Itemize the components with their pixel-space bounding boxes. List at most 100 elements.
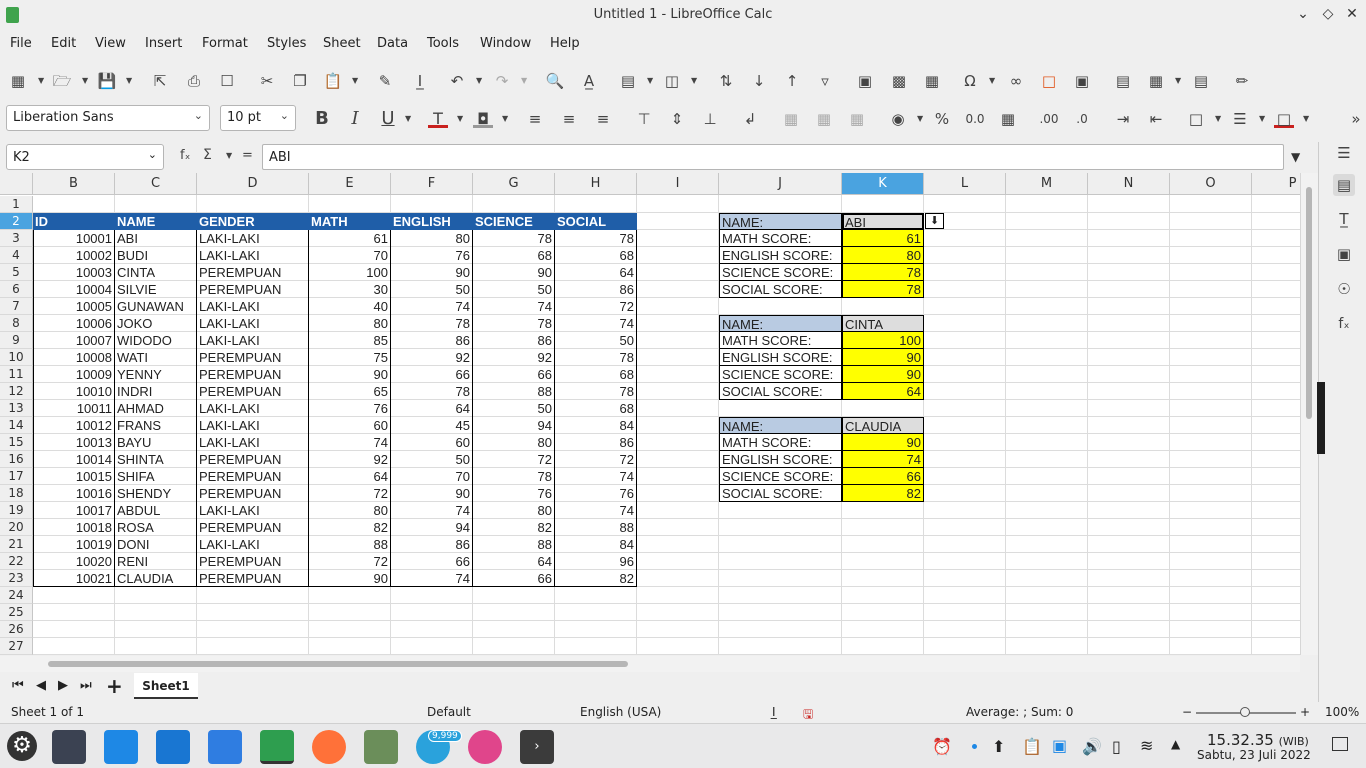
settings-app-icon[interactable] bbox=[52, 730, 86, 764]
lookup-name-value[interactable]: CLAUDIA bbox=[842, 417, 924, 434]
lookup-score-label[interactable]: MATH SCORE: bbox=[719, 230, 842, 247]
row-header[interactable]: 24 bbox=[0, 587, 33, 604]
row-header[interactable]: 9 bbox=[0, 332, 33, 349]
font-color-icon[interactable]: T bbox=[428, 110, 448, 128]
insert-chart-icon[interactable]: ▩ bbox=[889, 72, 909, 90]
row-header[interactable]: 17 bbox=[0, 468, 33, 485]
calc-app-taskbar-icon[interactable] bbox=[260, 730, 294, 764]
lookup-name-label[interactable]: NAME: bbox=[719, 315, 842, 332]
table-cell[interactable]: 75 bbox=[309, 349, 391, 366]
properties-icon[interactable]: ▤ bbox=[1333, 174, 1355, 196]
validation-dropdown-icon[interactable]: ⬇ bbox=[925, 213, 944, 229]
row-header[interactable]: 11 bbox=[0, 366, 33, 383]
table-cell[interactable]: LAKI-LAKI bbox=[197, 434, 309, 451]
column-header[interactable]: M bbox=[1006, 173, 1088, 195]
pivot-table-icon[interactable]: ▦ bbox=[922, 72, 942, 90]
minimize-icon[interactable]: ⌄ bbox=[1294, 6, 1312, 22]
lookup-score-label[interactable]: SOCIAL SCORE: bbox=[719, 281, 842, 298]
table-cell[interactable]: 84 bbox=[555, 417, 637, 434]
menu-styles[interactable]: Styles bbox=[267, 36, 306, 51]
special-character-icon[interactable]: Ω bbox=[960, 72, 980, 90]
spreadsheet-grid[interactable]: B C D E F G H I J K L M N O P 1 2 3 4 5 6 7 8 9 10 11 12 13 14 15 16 17… bbox=[0, 173, 1300, 655]
tray-expand-icon[interactable]: ▲ bbox=[1171, 737, 1180, 751]
table-cell[interactable]: 68 bbox=[555, 366, 637, 383]
table-cell[interactable]: 40 bbox=[309, 298, 391, 315]
table-cell[interactable]: 80 bbox=[309, 502, 391, 519]
vertical-scrollbar[interactable] bbox=[1300, 173, 1318, 655]
table-cell[interactable]: 82 bbox=[555, 570, 637, 587]
zoom-slider-handle[interactable] bbox=[1240, 707, 1250, 717]
zoom-in-icon[interactable]: + bbox=[1300, 705, 1310, 719]
column-header[interactable]: G bbox=[473, 173, 555, 195]
bold-icon[interactable]: B bbox=[312, 110, 332, 128]
table-cell[interactable]: 78 bbox=[473, 230, 555, 247]
table-cell[interactable]: 90 bbox=[473, 264, 555, 281]
table-cell[interactable]: ABI bbox=[115, 230, 197, 247]
table-cell[interactable]: 78 bbox=[473, 315, 555, 332]
menu-format[interactable]: Format bbox=[202, 36, 248, 51]
sort-icon[interactable]: ⇅ bbox=[716, 72, 736, 90]
show-draw-functions-icon[interactable]: ✏ bbox=[1232, 72, 1252, 90]
lookup-score-label[interactable]: SOCIAL SCORE: bbox=[719, 383, 842, 400]
table-header-cell[interactable]: ID bbox=[33, 213, 115, 230]
table-cell[interactable]: 90 bbox=[309, 366, 391, 383]
table-cell[interactable]: 10018 bbox=[33, 519, 115, 536]
menu-sheet[interactable]: Sheet bbox=[323, 36, 361, 51]
table-cell[interactable]: 10013 bbox=[33, 434, 115, 451]
freeze-dropdown-icon[interactable]: ▼ bbox=[1175, 76, 1181, 85]
table-cell[interactable]: LAKI-LAKI bbox=[197, 230, 309, 247]
borders-icon[interactable]: □ bbox=[1186, 110, 1206, 128]
lookup-score-label[interactable]: ENGLISH SCORE: bbox=[719, 451, 842, 468]
table-cell[interactable]: PEREMPUAN bbox=[197, 519, 309, 536]
menu-data[interactable]: Data bbox=[377, 36, 408, 51]
table-cell[interactable]: 45 bbox=[391, 417, 473, 434]
headers-footers-icon[interactable]: ▣ bbox=[1072, 72, 1092, 90]
table-cell[interactable]: PEREMPUAN bbox=[197, 570, 309, 587]
currency-dropdown-icon[interactable]: ▼ bbox=[917, 114, 923, 123]
table-cell[interactable]: 70 bbox=[391, 468, 473, 485]
lookup-score-value[interactable]: 90 bbox=[842, 434, 924, 451]
find-replace-icon[interactable]: 🔍 bbox=[545, 72, 565, 90]
table-cell[interactable]: YENNY bbox=[115, 366, 197, 383]
wifi-icon[interactable]: ≋ bbox=[1140, 736, 1153, 755]
menu-window[interactable]: Window bbox=[480, 36, 531, 51]
merge-center-icon[interactable]: ▦ bbox=[781, 110, 801, 128]
row-header[interactable]: 5 bbox=[0, 264, 33, 281]
table-header-cell[interactable]: GENDER bbox=[197, 213, 309, 230]
print-icon[interactable]: ⎙ bbox=[184, 72, 204, 90]
first-sheet-icon[interactable]: ⏮ bbox=[12, 678, 24, 693]
page-style[interactable]: Default bbox=[427, 705, 471, 719]
border-color-icon[interactable]: □ bbox=[1274, 110, 1294, 128]
table-cell[interactable]: 68 bbox=[555, 400, 637, 417]
merge-cells-icon[interactable]: ▦ bbox=[814, 110, 834, 128]
table-cell[interactable]: BAYU bbox=[115, 434, 197, 451]
lookup-score-value[interactable]: 74 bbox=[842, 451, 924, 468]
sidebar-collapse-handle[interactable] bbox=[1317, 382, 1325, 454]
lookup-score-label[interactable]: ENGLISH SCORE: bbox=[719, 247, 842, 264]
store-app-icon[interactable] bbox=[104, 730, 138, 764]
table-cell[interactable]: 10009 bbox=[33, 366, 115, 383]
row-header[interactable]: 2 bbox=[0, 213, 33, 230]
table-cell[interactable]: 86 bbox=[391, 332, 473, 349]
sum-dropdown-icon[interactable]: ▼ bbox=[226, 151, 232, 160]
table-cell[interactable]: 10004 bbox=[33, 281, 115, 298]
table-cell[interactable]: LAKI-LAKI bbox=[197, 315, 309, 332]
table-cell[interactable]: LAKI-LAKI bbox=[197, 417, 309, 434]
table-cell[interactable]: 80 bbox=[473, 502, 555, 519]
save-dropdown-icon[interactable]: ▼ bbox=[126, 76, 132, 85]
row-header[interactable]: 3 bbox=[0, 230, 33, 247]
table-cell[interactable]: 76 bbox=[555, 485, 637, 502]
table-cell[interactable]: 80 bbox=[391, 230, 473, 247]
volume-icon[interactable]: 🔊 bbox=[1082, 737, 1102, 756]
firefox-dev-icon[interactable] bbox=[468, 730, 502, 764]
updates-icon[interactable]: ⬆ bbox=[992, 737, 1005, 756]
table-cell[interactable]: BUDI bbox=[115, 247, 197, 264]
column-header[interactable]: D bbox=[197, 173, 309, 195]
table-cell[interactable]: ABDUL bbox=[115, 502, 197, 519]
navigator-icon[interactable]: ☉ bbox=[1333, 278, 1355, 300]
background-color-icon[interactable]: ◘ bbox=[473, 110, 493, 128]
table-cell[interactable]: AHMAD bbox=[115, 400, 197, 417]
column-header[interactable]: H bbox=[555, 173, 637, 195]
table-cell[interactable]: FRANS bbox=[115, 417, 197, 434]
new-document-icon[interactable]: ▦ bbox=[8, 72, 28, 90]
